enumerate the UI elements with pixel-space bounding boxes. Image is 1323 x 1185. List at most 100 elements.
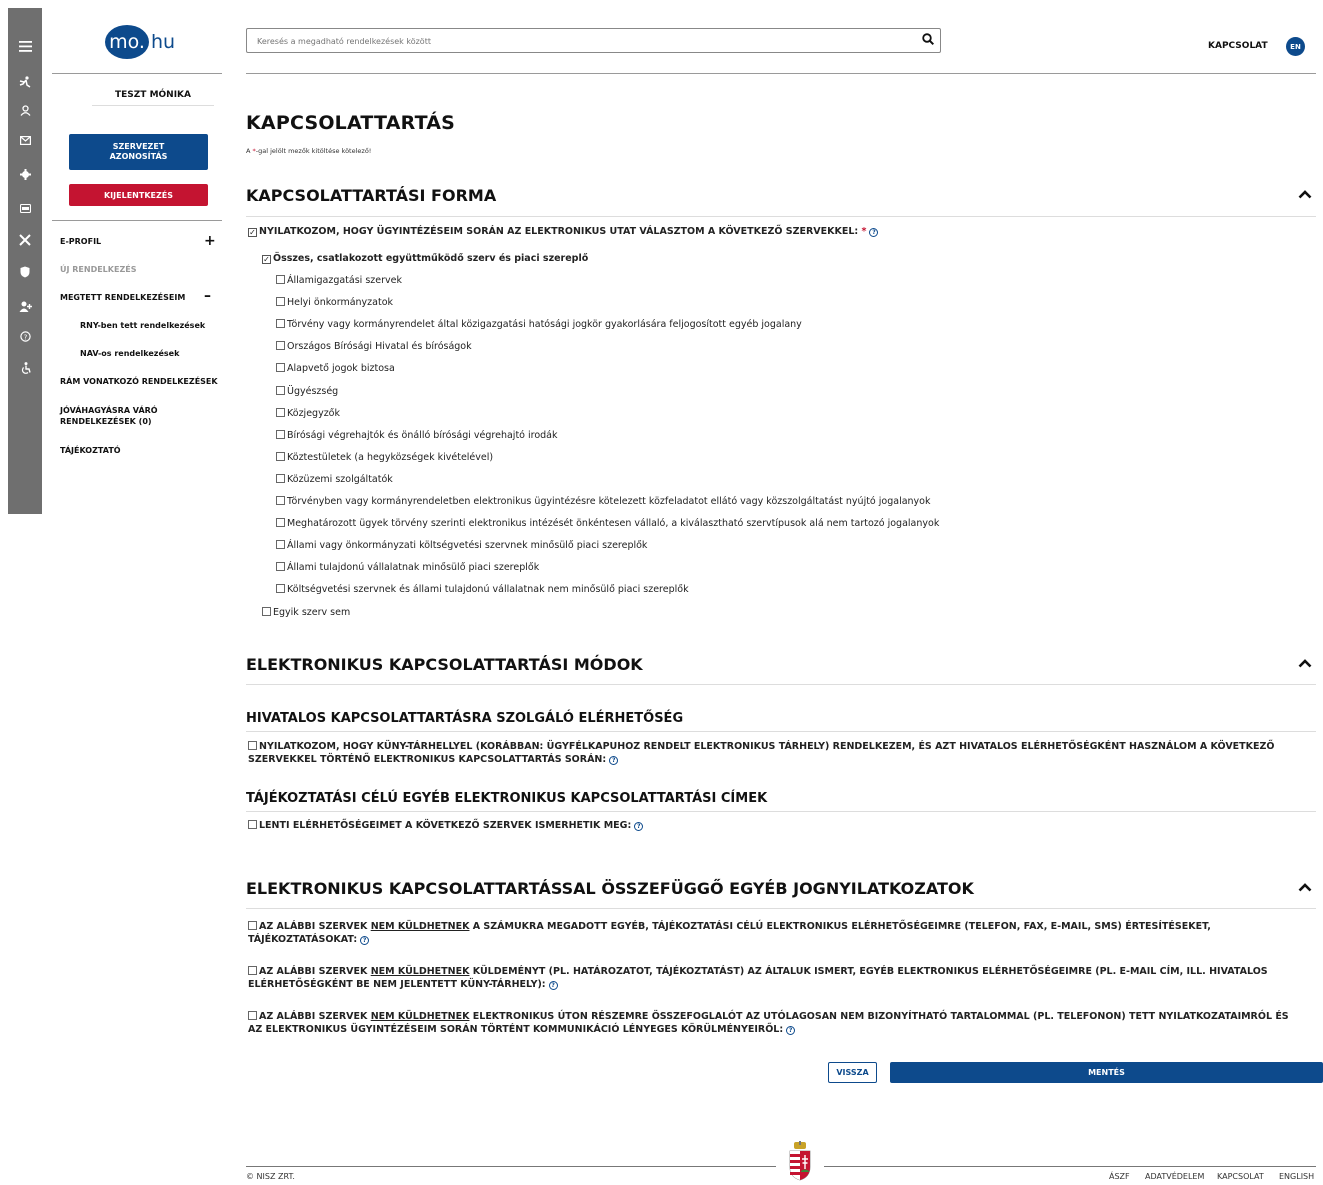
help-icon[interactable]: ? [786, 1026, 796, 1035]
checkbox-icon[interactable] [248, 741, 257, 750]
nav-related-dispositions[interactable]: RÁM VONATKOZÓ RENDELKEZÉSEK [60, 377, 218, 386]
nav-info[interactable]: TÁJÉKOZTATÓ [60, 446, 121, 455]
organization-checkbox[interactable]: Közüzemi szolgáltatók [276, 473, 393, 486]
no-deliveries-declaration[interactable]: AZ ALÁBBI SZERVEK NEM KÜLDHETNEK KÜLDEMÉ… [248, 965, 1268, 991]
nav-nav-dispositions[interactable]: NAV-os rendelkezések [80, 349, 179, 358]
declaration2-line1: KÜLDEMÉNYT (PL. HATÁROZATOT, TÁJÉKOZTATÁ… [469, 966, 1268, 977]
organization-checkbox[interactable]: Helyi önkormányzatok [276, 296, 393, 309]
footer-link[interactable]: ENGLISH [1279, 1172, 1314, 1181]
organization-checkbox[interactable]: Bírósági végrehajtók és önálló bírósági … [276, 429, 558, 442]
checkbox-icon[interactable] [276, 540, 285, 550]
help-icon[interactable]: ? [548, 981, 558, 990]
logo-hu: hu [151, 31, 176, 53]
expand-eprofil-icon[interactable]: + [204, 233, 216, 249]
checkbox-icon[interactable] [276, 518, 285, 528]
organization-checkbox[interactable]: Állami tulajdonú vállalatnak minősülő pi… [276, 561, 539, 574]
required-note: A *-gal jelölt mezők kitöltése kötelező! [246, 147, 371, 155]
checkbox-icon[interactable] [276, 363, 285, 373]
card-icon[interactable] [8, 198, 42, 218]
checkbox-icon[interactable] [276, 385, 285, 395]
checkbox-icon[interactable] [276, 562, 285, 572]
tools-icon[interactable] [8, 230, 42, 250]
section-contact-form-collapse-icon[interactable] [1298, 188, 1312, 203]
person-walk-icon[interactable] [8, 72, 42, 92]
org-identification-button[interactable]: SZERVEZET AZONOSÍTÁS [69, 134, 208, 170]
save-button[interactable]: MENTÉS [890, 1062, 1323, 1083]
declaration-prefix: AZ ALÁBBI SZERVEK [259, 921, 371, 932]
help-icon[interactable]: ? [634, 822, 644, 831]
checkbox-icon[interactable] [276, 451, 285, 461]
nav-rny-dispositions[interactable]: RNY-ben tett rendelkezések [80, 321, 205, 330]
help-icon[interactable]: ? [609, 756, 619, 765]
mail-icon[interactable] [8, 130, 42, 150]
language-toggle-button[interactable]: EN [1286, 37, 1305, 56]
organization-checkbox[interactable]: Közjegyzők [276, 407, 340, 420]
checkbox-icon[interactable] [276, 429, 285, 439]
section-legal-declarations-collapse-icon[interactable] [1298, 881, 1312, 896]
no-summary-declaration[interactable]: AZ ALÁBBI SZERVEK NEM KÜLDHETNEK ELEKTRO… [248, 1010, 1289, 1036]
organization-label: Állami tulajdonú vállalatnak minősülő pi… [287, 562, 540, 574]
footer-divider-right [824, 1166, 1316, 1167]
organization-checkbox[interactable]: Ügyészség [276, 385, 338, 398]
organization-checkbox[interactable]: Törvény vagy kormányrendelet által közig… [276, 318, 802, 331]
checkbox-icon[interactable] [248, 820, 257, 829]
header-contact-link[interactable]: KAPCSOLAT [1208, 41, 1268, 51]
nav-my-dispositions[interactable]: MEGTETT RENDELKEZÉSEIM [60, 293, 185, 302]
organization-checkbox[interactable]: Köztestületek (a hegyközségek kivételéve… [276, 451, 493, 464]
all-organizations-checkbox[interactable]: ✓ Összes, csatlakozott együttműködő szerv… [262, 252, 588, 265]
footer-link[interactable]: ÁSZF [1109, 1172, 1130, 1181]
checkbox-icon[interactable] [262, 607, 271, 616]
footer-link[interactable]: KAPCSOLAT [1217, 1172, 1264, 1181]
search-icon[interactable] [922, 33, 935, 49]
checkbox-icon[interactable] [276, 275, 285, 284]
checkbox-icon[interactable] [276, 496, 285, 505]
user-icon[interactable] [8, 100, 42, 120]
no-notifications-declaration[interactable]: AZ ALÁBBI SZERVEK NEM KÜLDHETNEK A SZÁMU… [248, 920, 1211, 946]
checkbox-icon[interactable] [276, 473, 285, 483]
organization-checkbox[interactable]: Állami vagy önkormányzati költségvetési … [276, 539, 647, 552]
section-electronic-modes-collapse-icon[interactable] [1298, 657, 1312, 672]
no-organization-checkbox[interactable]: Egyik szerv sem [262, 606, 350, 619]
kuny-declaration-line1: NYILATKOZOM, HOGY KÜNY-TÁRHELLYEL (KORÁB… [259, 741, 1275, 752]
organization-checkbox[interactable]: Törvényben vagy kormányrendeletben elekt… [276, 495, 931, 508]
logout-button[interactable]: KIJELENTKEZÉS [69, 184, 208, 206]
kuny-storage-declaration[interactable]: NYILATKOZOM, HOGY KÜNY-TÁRHELLYEL (KORÁB… [248, 740, 1274, 766]
checkbox-icon[interactable] [276, 407, 285, 417]
help-icon[interactable]: ? [8, 326, 42, 346]
checkbox-icon[interactable] [276, 319, 285, 329]
nav-new-disposition[interactable]: ÚJ RENDELKEZÉS [60, 265, 136, 274]
nav-pending-approval[interactable]: JÓVÁHAGYÁSRA VÁRÓ RENDELKEZÉSEK (0) [60, 405, 158, 427]
checkbox-checked-icon[interactable]: ✓ [262, 255, 271, 264]
checkbox-icon[interactable] [276, 341, 285, 351]
electronic-route-declaration[interactable]: ✓ NYILATKOZOM, HOGY ÜGYINTÉZÉSEIM SORÁN A… [248, 225, 879, 238]
mohu-logo[interactable]: mo. hu [105, 24, 185, 60]
organization-checkbox[interactable]: Országos Bírósági Hivatal és bíróságok [276, 340, 472, 353]
checkbox-icon[interactable] [248, 966, 257, 975]
organization-label: Alapvető jogok biztosa [287, 363, 395, 375]
footer-link[interactable]: ADATVÉDELEM [1145, 1172, 1204, 1181]
collapse-my-dispositions-icon[interactable]: – [204, 288, 211, 304]
checkbox-checked-icon[interactable]: ✓ [248, 228, 257, 237]
user-add-icon[interactable] [8, 296, 42, 316]
svg-text:?: ? [23, 333, 27, 341]
gear-icon[interactable] [8, 164, 42, 184]
back-button[interactable]: VISSZA [828, 1062, 877, 1083]
accessibility-icon[interactable] [8, 358, 42, 378]
organization-checkbox[interactable]: Költségvetési szervnek és állami tulajdo… [276, 583, 689, 596]
help-icon[interactable]: ? [869, 228, 879, 237]
contact-visibility-declaration[interactable]: LENTI ELÉRHETŐSÉGEIMET A KÖVETKEZŐ SZERV… [248, 819, 644, 832]
organization-checkbox[interactable]: Meghatározott ügyek törvény szerinti ele… [276, 517, 939, 530]
checkbox-icon[interactable] [276, 297, 285, 307]
all-organizations-label: Összes, csatlakozott együttműködő szerv … [273, 253, 589, 264]
organization-checkbox[interactable]: Államigazgatási szervek [276, 274, 402, 287]
header-divider [246, 73, 1316, 74]
checkbox-icon[interactable] [276, 584, 285, 594]
help-icon[interactable]: ? [360, 936, 370, 945]
organization-checkbox[interactable]: Alapvető jogok biztosa [276, 362, 395, 375]
checkbox-icon[interactable] [248, 1011, 257, 1020]
shield-icon[interactable] [8, 262, 42, 282]
checkbox-icon[interactable] [248, 921, 257, 930]
search-input[interactable] [257, 30, 917, 53]
menu-icon[interactable] [8, 36, 42, 56]
nav-eprofil[interactable]: E-PROFIL [60, 237, 101, 246]
